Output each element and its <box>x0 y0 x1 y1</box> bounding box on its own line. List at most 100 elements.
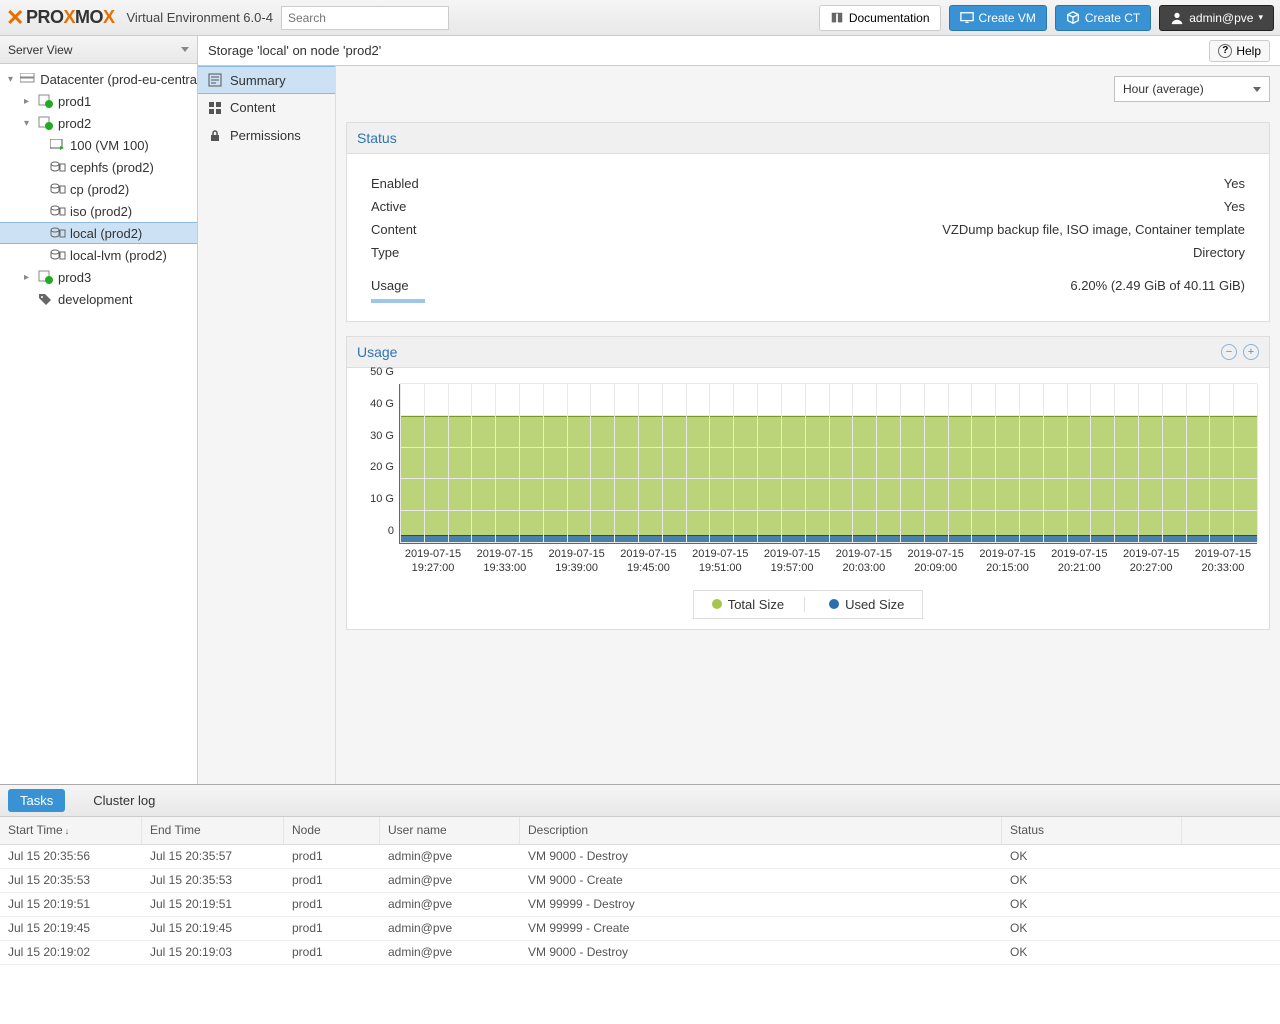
tree-datacenter[interactable]: ▾ Datacenter (prod-eu-centra <box>0 68 197 90</box>
chevron-down-icon <box>181 47 189 52</box>
collapse-icon[interactable]: ▾ <box>8 74 16 85</box>
tab-cluster-log[interactable]: Cluster log <box>81 789 167 812</box>
y-tick-label: 30 G <box>358 430 394 442</box>
x-tick-label: 2019-07-1519:39:00 <box>543 548 611 576</box>
task-row[interactable]: Jul 15 20:19:51Jul 15 20:19:51prod1admin… <box>0 893 1280 917</box>
tab-tasks[interactable]: Tasks <box>8 789 65 812</box>
main-content: Storage 'local' on node 'prod2' ? Help S… <box>198 36 1280 784</box>
tree-node-prod1[interactable]: ▸ prod1 <box>0 90 197 112</box>
tree-storage-cp[interactable]: cp (prod2) <box>0 178 197 200</box>
usage-chart-panel: Usage − + 010 G20 G30 G40 G50 G 2019-07-… <box>346 336 1270 630</box>
y-tick-label: 10 G <box>358 493 394 505</box>
tab-content[interactable]: Content <box>198 94 335 122</box>
page-title: Storage 'local' on node 'prod2' <box>208 43 381 58</box>
tab-permissions[interactable]: Permissions <box>198 122 335 150</box>
tree-vm-100[interactable]: 100 (VM 100) <box>0 134 197 156</box>
create-ct-button[interactable]: Create CT <box>1055 5 1151 31</box>
x-tick-label: 2019-07-1519:33:00 <box>471 548 539 576</box>
x-tick-label: 2019-07-1520:27:00 <box>1117 548 1185 576</box>
tab-summary[interactable]: Summary <box>198 66 335 94</box>
tag-icon <box>38 292 54 306</box>
create-vm-button[interactable]: Create VM <box>949 5 1047 31</box>
task-rows[interactable]: Jul 15 20:35:56Jul 15 20:35:57prod1admin… <box>0 845 1280 1024</box>
storage-icon <box>50 160 66 174</box>
legend-total: Total Size <box>712 597 805 612</box>
x-tick-label: 2019-07-1520:03:00 <box>830 548 898 576</box>
logo-x-icon: ✕ <box>6 5 24 31</box>
task-row[interactable]: Jul 15 20:35:53Jul 15 20:35:53prod1admin… <box>0 869 1280 893</box>
monitor-icon <box>960 11 974 25</box>
task-log-panel: Tasks Cluster log Start Time↓ End Time N… <box>0 784 1280 1024</box>
x-tick-label: 2019-07-1519:51:00 <box>686 548 754 576</box>
usage-title: Usage <box>357 344 397 360</box>
resource-tree: ▾ Datacenter (prod-eu-centra ▸ prod1 ▾ p… <box>0 64 197 784</box>
task-table-header: Start Time↓ End Time Node User name Desc… <box>0 817 1280 845</box>
expand-icon[interactable]: ▸ <box>24 272 34 283</box>
status-panel: Status EnabledYes ActiveYes ContentVZDum… <box>346 122 1270 322</box>
x-tick-label: 2019-07-1520:15:00 <box>974 548 1042 576</box>
col-user[interactable]: User name <box>380 817 520 844</box>
col-description[interactable]: Description <box>520 817 1002 844</box>
zoom-in-icon[interactable]: + <box>1243 344 1259 360</box>
logo-text: PRO <box>26 7 64 28</box>
cube-icon <box>1066 11 1080 25</box>
zoom-out-icon[interactable]: − <box>1221 344 1237 360</box>
tree-storage-cephfs[interactable]: cephfs (prod2) <box>0 156 197 178</box>
col-start-time[interactable]: Start Time↓ <box>0 817 142 844</box>
x-axis-labels: 2019-07-1519:27:002019-07-1519:33:002019… <box>399 548 1257 576</box>
col-node[interactable]: Node <box>284 817 380 844</box>
search-input[interactable] <box>281 6 449 30</box>
grid-icon <box>208 101 222 115</box>
y-tick-label: 50 G <box>358 366 394 378</box>
task-row[interactable]: Jul 15 20:19:45Jul 15 20:19:45prod1admin… <box>0 917 1280 941</box>
legend-used: Used Size <box>829 597 904 612</box>
user-menu-button[interactable]: admin@pve ▾ <box>1159 5 1274 31</box>
content-header: Storage 'local' on node 'prod2' ? Help <box>198 36 1280 66</box>
x-tick-label: 2019-07-1519:57:00 <box>758 548 826 576</box>
tree-storage-local-lvm[interactable]: local-lvm (prod2) <box>0 244 197 266</box>
x-tick-label: 2019-07-1519:27:00 <box>399 548 467 576</box>
server-view-selector[interactable]: Server View <box>0 36 197 64</box>
server-icon <box>20 72 36 86</box>
usage-progress-bar <box>371 299 425 303</box>
user-icon <box>1170 11 1184 25</box>
col-status[interactable]: Status <box>1002 817 1182 844</box>
help-button[interactable]: ? Help <box>1209 40 1270 62</box>
storage-icon <box>50 204 66 218</box>
documentation-button[interactable]: Documentation <box>819 5 941 31</box>
timerange-dropdown[interactable]: Hour (average) <box>1114 76 1270 102</box>
storage-icon <box>50 226 66 240</box>
tree-node-prod3[interactable]: ▸ prod3 <box>0 266 197 288</box>
side-tabs: Summary Content Permissions <box>198 66 336 784</box>
vm-running-icon <box>50 138 66 152</box>
chart-legend: Total Size Used Size <box>693 590 924 619</box>
task-row[interactable]: Jul 15 20:35:56Jul 15 20:35:57prod1admin… <box>0 845 1280 869</box>
server-view-panel: Server View ▾ Datacenter (prod-eu-centra… <box>0 36 198 784</box>
logo: ✕ PROXMOX <box>6 5 114 31</box>
tree-storage-local[interactable]: local (prod2) <box>0 222 197 244</box>
x-tick-label: 2019-07-1520:21:00 <box>1045 548 1113 576</box>
notes-icon <box>208 73 222 87</box>
version-label: Virtual Environment 6.0-4 <box>126 10 272 25</box>
help-icon: ? <box>1218 44 1232 58</box>
tree-pool-development[interactable]: development <box>0 288 197 310</box>
task-row[interactable]: Jul 15 20:19:02Jul 15 20:19:03prod1admin… <box>0 941 1280 965</box>
node-online-icon <box>38 270 54 284</box>
usage-chart: 010 G20 G30 G40 G50 G <box>399 384 1257 544</box>
node-online-icon <box>38 116 54 130</box>
status-title: Status <box>357 130 397 146</box>
col-end-time[interactable]: End Time <box>142 817 284 844</box>
sort-desc-icon: ↓ <box>65 826 70 836</box>
x-tick-label: 2019-07-1519:45:00 <box>614 548 682 576</box>
y-tick-label: 40 G <box>358 398 394 410</box>
y-tick-label: 0 <box>358 525 394 537</box>
expand-icon[interactable]: ▸ <box>24 96 34 107</box>
node-online-icon <box>38 94 54 108</box>
tree-storage-iso[interactable]: iso (prod2) <box>0 200 197 222</box>
storage-icon <box>50 248 66 262</box>
collapse-icon[interactable]: ▾ <box>24 118 34 129</box>
x-tick-label: 2019-07-1520:33:00 <box>1189 548 1257 576</box>
chevron-down-icon: ▾ <box>1258 12 1263 23</box>
storage-icon <box>50 182 66 196</box>
tree-node-prod2[interactable]: ▾ prod2 <box>0 112 197 134</box>
